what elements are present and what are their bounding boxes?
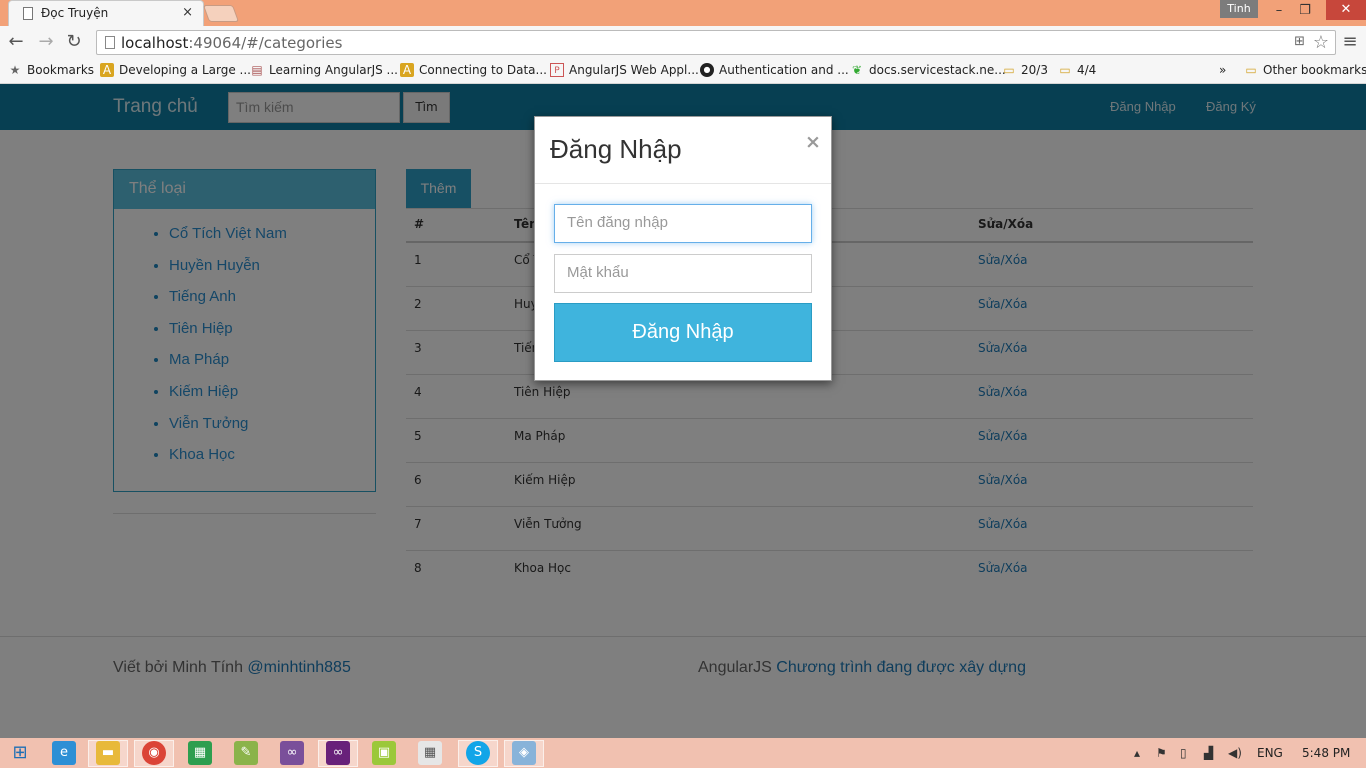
- bookmark-item[interactable]: ❦ docs.servicestack.ne...: [850, 63, 1006, 77]
- bookmark-item[interactable]: A Connecting to Data...: [400, 63, 547, 77]
- close-icon[interactable]: ×: [805, 131, 821, 153]
- angular-icon: A: [400, 63, 414, 77]
- bookmarks-bar: ★ Bookmarks A Developing a Large ... ▤ Lear…: [0, 58, 1366, 84]
- page-icon: [105, 36, 115, 49]
- angular-icon: A: [100, 63, 114, 77]
- translate-icon[interactable]: ⊞: [1294, 34, 1305, 49]
- visual-studio-icon[interactable]: ∞: [326, 741, 350, 765]
- volume-icon[interactable]: ◀): [1228, 746, 1242, 760]
- login-modal: Đăng Nhập × Tên đăng nhập Mật khẩu Đăng …: [534, 116, 832, 381]
- password-field[interactable]: Mật khẩu: [554, 254, 812, 293]
- new-tab-button[interactable]: [202, 5, 240, 22]
- clock[interactable]: 5:48 PM: [1302, 746, 1350, 760]
- bookmark-star-icon[interactable]: ☆: [1313, 32, 1329, 53]
- github-icon: ●: [700, 63, 714, 77]
- back-icon[interactable]: ←: [4, 30, 28, 54]
- leaf-icon: ❦: [851, 63, 863, 77]
- language-indicator[interactable]: ENG: [1257, 746, 1283, 760]
- file-explorer-icon[interactable]: ▬: [96, 741, 120, 765]
- bookmark-folder[interactable]: ▭ Other bookmarks: [1244, 63, 1366, 77]
- book-icon: ▤: [251, 63, 263, 77]
- folder-icon: ▭: [1003, 63, 1015, 77]
- reload-icon[interactable]: ↻: [62, 30, 86, 54]
- url-text: localhost:49064/#/categories: [121, 34, 343, 52]
- skype-icon[interactable]: S: [466, 741, 490, 765]
- network-app-icon[interactable]: ◈: [512, 741, 536, 765]
- bookmark-folder[interactable]: ▭ 20/3: [1002, 63, 1048, 77]
- bookmark-item[interactable]: ● Authentication and ...: [700, 63, 849, 77]
- device-icon[interactable]: ▯: [1180, 746, 1187, 760]
- android-icon[interactable]: ▣: [372, 741, 396, 765]
- bookmark-folder[interactable]: ▭ 4/4: [1058, 63, 1096, 77]
- browser-tab-active[interactable]: Đọc Truyện ×: [8, 0, 204, 26]
- window-close-icon[interactable]: ✕: [1326, 0, 1366, 20]
- profile-badge[interactable]: Tinh: [1220, 0, 1258, 18]
- star-icon: ★: [9, 63, 21, 77]
- minimize-icon[interactable]: –: [1266, 2, 1292, 20]
- calculator-icon[interactable]: ▦: [418, 741, 442, 765]
- folder-icon: ▭: [1245, 63, 1257, 77]
- chrome-icon[interactable]: ◉: [142, 741, 166, 765]
- tab-close-icon[interactable]: ×: [182, 5, 193, 20]
- notepad-icon[interactable]: ✎: [234, 741, 258, 765]
- bookmark-item[interactable]: ▤ Learning AngularJS ...: [250, 63, 398, 77]
- menu-icon[interactable]: ≡: [1340, 32, 1360, 52]
- divider: [535, 183, 831, 184]
- page-icon: P: [550, 63, 564, 77]
- bookmark-item[interactable]: P AngularJS Web Appl...: [550, 63, 699, 77]
- modal-title: Đăng Nhập: [550, 134, 682, 164]
- address-bar[interactable]: localhost:49064/#/categories ⊞ ☆: [96, 30, 1336, 55]
- restore-icon[interactable]: ❐: [1292, 2, 1318, 20]
- start-icon[interactable]: ⊞: [8, 741, 32, 765]
- forward-icon[interactable]: →: [34, 30, 58, 54]
- flag-icon[interactable]: ⚑: [1156, 746, 1167, 760]
- spreadsheet-icon[interactable]: ▦: [188, 741, 212, 765]
- username-field[interactable]: Tên đăng nhập: [554, 204, 812, 243]
- page-icon: [23, 7, 33, 20]
- tray-up-icon[interactable]: ▴: [1134, 746, 1140, 760]
- ie-icon[interactable]: e: [52, 741, 76, 765]
- folder-icon: ▭: [1059, 63, 1071, 77]
- bookmarks-overflow[interactable]: »: [1219, 63, 1226, 77]
- visual-studio-icon[interactable]: ∞: [280, 741, 304, 765]
- tab-title: Đọc Truyện: [41, 6, 109, 20]
- signal-icon[interactable]: ▟: [1204, 746, 1213, 760]
- bookmark-item[interactable]: ★ Bookmarks: [8, 63, 94, 77]
- bookmark-item[interactable]: A Developing a Large ...: [100, 63, 251, 77]
- login-submit-button[interactable]: Đăng Nhập: [554, 303, 812, 362]
